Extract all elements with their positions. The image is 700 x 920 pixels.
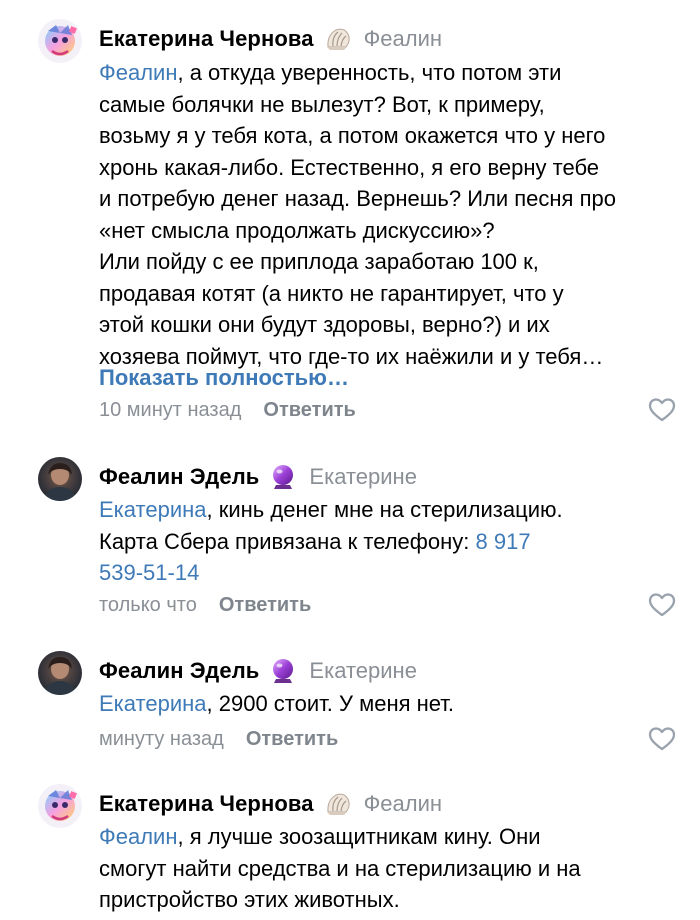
- heart-icon[interactable]: [648, 397, 676, 423]
- avatar[interactable]: [38, 784, 82, 828]
- comment-header: Екатерина Чернова Феалин: [99, 788, 442, 820]
- comment-meta: минуту назад Ответить: [99, 724, 338, 754]
- avatar-image: [38, 19, 82, 63]
- reply-to-name[interactable]: Екатерине: [309, 658, 417, 684]
- text-line: , я лучше зоозащитникам кину. Они: [177, 824, 541, 849]
- mention-link[interactable]: Феалин: [99, 60, 177, 85]
- author-name[interactable]: Екатерина Чернова: [99, 26, 314, 52]
- text-line: , 2900 стоит. У меня нет.: [206, 691, 455, 716]
- text-line: продавая котят (а никто не гарантирует, …: [99, 280, 564, 306]
- comment-text: Феалин, а откуда уверенность, что потом …: [99, 57, 684, 372]
- avatar-image: [38, 784, 82, 828]
- comment-text: Екатерина, кинь денег мне на стерилизаци…: [99, 494, 684, 589]
- text-line: и потребую денег назад. Вернешь? Или пес…: [99, 186, 616, 211]
- text-line: «нет смысла продолжать дискуссию»?: [99, 217, 495, 243]
- avatar-image: [38, 651, 82, 695]
- comment-header: Феалин Эдель Екатерине: [99, 655, 417, 687]
- comment-header: Феалин Эдель Екатерине: [99, 461, 417, 493]
- text-line: самые болячки не вылезут? Вот, к примеру…: [99, 91, 545, 117]
- comment-meta: 10 минут назад Ответить: [99, 395, 356, 425]
- comment-meta: только что Ответить: [99, 590, 311, 620]
- mention-link[interactable]: Екатерина: [99, 691, 207, 716]
- mention-link[interactable]: Екатерина: [99, 497, 207, 522]
- comment-header: Екатерина Чернова Феалин: [99, 23, 442, 55]
- avatar[interactable]: [38, 651, 82, 695]
- heart-icon[interactable]: [648, 592, 676, 618]
- comment-text: Феалин, я лучше зоозащитникам кину. Они …: [99, 821, 684, 916]
- reply-button[interactable]: Ответить: [246, 728, 338, 751]
- avatar-image: [38, 457, 82, 501]
- mention-link[interactable]: Феалин: [99, 824, 177, 849]
- timestamp: 10 минут назад: [99, 398, 242, 421]
- heart-icon[interactable]: [648, 726, 676, 752]
- show-more-link[interactable]: Показать полностью…: [99, 362, 349, 394]
- text-line: хронь какая-либо. Естественно, я его вер…: [99, 154, 600, 180]
- text-line: , а откуда уверенность, что потом эти: [177, 60, 562, 85]
- comment-text: Екатерина, 2900 стоит. У меня нет.: [99, 688, 684, 720]
- phone-link[interactable]: 539-51-14: [99, 560, 199, 585]
- reply-to-name[interactable]: Феалин: [364, 26, 442, 52]
- reply-button[interactable]: Ответить: [263, 399, 355, 422]
- timestamp: только что: [99, 593, 197, 616]
- text-line: смогут найти средства и на стерилизацию …: [99, 855, 581, 881]
- author-name[interactable]: Феалин Эдель: [99, 658, 259, 684]
- avatar[interactable]: [38, 19, 82, 63]
- text-line: Карта Сбера привязана к телефону:: [99, 528, 476, 554]
- crystal-ball-icon: [269, 657, 297, 685]
- text-line: , кинь денег мне на стерилизацию.: [206, 497, 563, 522]
- author-name[interactable]: Екатерина Чернова: [99, 791, 314, 817]
- shell-icon: [324, 25, 352, 53]
- timestamp: минуту назад: [99, 727, 224, 750]
- crystal-ball-icon: [269, 463, 297, 491]
- text-line: пристройство этих животных.: [99, 887, 400, 912]
- text-line: возьму я у тебя кота, а потом окажется ч…: [99, 123, 606, 148]
- author-name[interactable]: Феалин Эдель: [99, 464, 259, 490]
- phone-link[interactable]: 8 917: [476, 529, 531, 554]
- reply-to-name[interactable]: Екатерине: [309, 464, 417, 490]
- reply-to-name[interactable]: Феалин: [364, 791, 442, 817]
- text-line: этой кошки они будут здоровы, верно?) и …: [99, 312, 550, 337]
- avatar[interactable]: [38, 457, 82, 501]
- text-line: Или пойду с ее приплода заработаю 100 к,: [99, 249, 539, 274]
- reply-button[interactable]: Ответить: [219, 594, 311, 617]
- shell-icon: [324, 790, 352, 818]
